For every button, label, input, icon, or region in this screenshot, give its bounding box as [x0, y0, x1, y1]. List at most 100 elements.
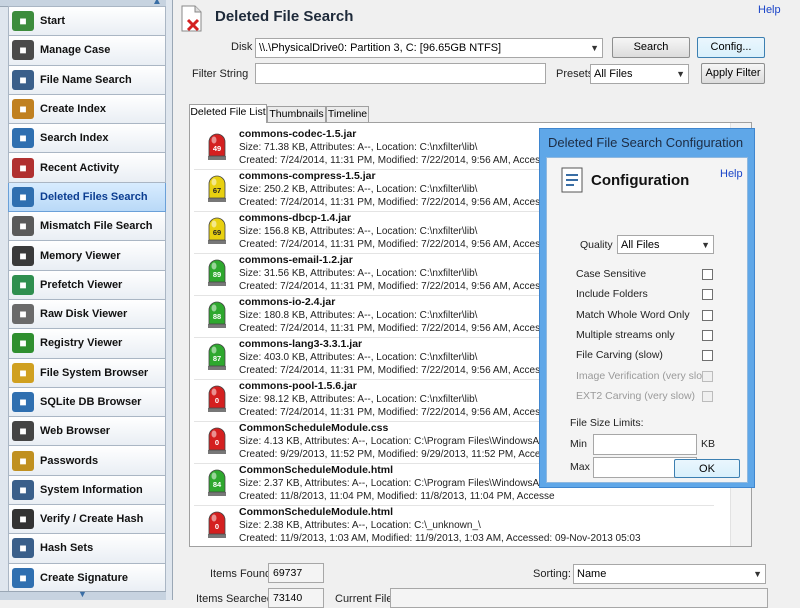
chevron-down-icon: ▼	[701, 240, 710, 250]
sidebar-item-label: Registry Viewer	[40, 337, 123, 350]
file-info: Size: 156.8 KB, Attributes: A--, Locatio…	[239, 226, 478, 237]
items-searched-value: 73140	[268, 588, 324, 608]
sidebar-item-prefetch-viewer[interactable]: ■ Prefetch Viewer	[8, 270, 166, 300]
sidebar-item-label: Passwords	[40, 454, 99, 467]
min-label: Min	[570, 438, 587, 450]
score-value: 88	[213, 312, 221, 321]
sidebar-item-start[interactable]: ■ Start	[8, 6, 166, 37]
tab-deleted-file-list[interactable]: Deleted File List	[189, 104, 267, 123]
sidebar-item-create-signature[interactable]: ■ Create Signature	[8, 563, 166, 593]
sidebar-item-system-information[interactable]: ■ System Information	[8, 475, 166, 506]
disk-select[interactable]: \\.\PhysicalDrive0: Partition 3, C: [96.…	[255, 38, 603, 58]
sidebar-item-file-system-browser[interactable]: ■ File System Browser	[8, 358, 166, 388]
score-light-icon: 0	[208, 511, 226, 538]
file-name: CommonScheduleModule.html	[239, 506, 394, 518]
key-icon: ■	[12, 450, 34, 471]
config-button[interactable]: Config...	[697, 37, 765, 58]
sidebar-item-label: Verify / Create Hash	[40, 513, 144, 526]
file-dates: Created: 7/24/2014, 11:31 PM, Modified: …	[239, 197, 560, 208]
sidebar-item-label: Raw Disk Viewer	[40, 308, 128, 321]
min-size-input[interactable]	[593, 434, 697, 455]
score-light-icon: 87	[208, 343, 226, 370]
file-info: Size: 250.2 KB, Attributes: A--, Locatio…	[239, 184, 478, 195]
sidebar-item-memory-viewer[interactable]: ■ Memory Viewer	[8, 241, 166, 271]
start-icon: ■	[12, 11, 34, 32]
items-found-label: Items Found:	[210, 568, 275, 580]
score-light-icon: 84	[208, 469, 226, 496]
checkbox-include-folders[interactable]	[702, 289, 713, 301]
score-value: 69	[213, 228, 221, 237]
filter-string-input[interactable]	[255, 63, 546, 84]
checkbox-match-whole-word-only[interactable]	[702, 309, 713, 321]
sidebar-item-search-index[interactable]: ■ Search Index	[8, 124, 166, 154]
score-value: 67	[213, 186, 221, 195]
recent-activity-icon: ■	[12, 157, 34, 178]
sorting-select[interactable]: Name ▼	[573, 564, 766, 584]
presets-select[interactable]: All Files ▼	[590, 64, 689, 84]
file-dates: Created: 7/24/2014, 11:31 PM, Modified: …	[239, 155, 560, 166]
score-light-icon: 0	[208, 427, 226, 454]
config-dialog-title: Deleted File Search Configuration	[548, 135, 744, 150]
table-row[interactable]: 0 CommonScheduleModule.html Size: 2.38 KB,…	[194, 505, 714, 546]
file-name: commons-io-2.4.jar	[239, 296, 336, 308]
config-help-link[interactable]: Help	[720, 168, 743, 180]
tab-timeline[interactable]: Timeline	[326, 106, 369, 122]
sidebar-item-manage-case[interactable]: ■ Manage Case	[8, 36, 166, 66]
folder-icon: ■	[12, 362, 34, 383]
sidebar-item-deleted-files-search[interactable]: ■ Deleted Files Search	[8, 182, 166, 213]
sidebar-scroll-down[interactable]: ▼	[0, 589, 166, 600]
file-dates: Created: 7/24/2014, 11:31 PM, Modified: …	[239, 281, 560, 292]
file-info: Size: 98.12 KB, Attributes: A--, Locatio…	[239, 394, 478, 405]
tab-thumbnails[interactable]: Thumbnails	[267, 106, 326, 122]
config-dialog: Deleted File Search Configuration Config…	[539, 128, 755, 488]
file-dates: Created: 7/24/2014, 11:31 PM, Modified: …	[239, 323, 560, 334]
quality-select[interactable]: All Files ▼	[617, 235, 714, 254]
file-dates: Created: 11/8/2013, 11:04 PM, Modified: …	[239, 491, 555, 502]
sidebar-item-mismatch-file-search[interactable]: ■ Mismatch File Search	[8, 212, 166, 242]
chevron-down-icon: ▼	[78, 589, 87, 599]
chevron-down-icon: ▼	[590, 43, 599, 53]
sidebar-item-registry-viewer[interactable]: ■ Registry Viewer	[8, 329, 166, 359]
sidebar-item-create-index[interactable]: ■ Create Index	[8, 94, 166, 125]
sidebar-item-hash-sets[interactable]: ■ Hash Sets	[8, 534, 166, 564]
min-unit-label: KB	[701, 438, 716, 450]
disk-value: \\.\PhysicalDrive0: Partition 3, C: [96.…	[259, 42, 502, 54]
help-link[interactable]: Help	[758, 4, 781, 16]
apply-filter-button[interactable]: Apply Filter	[701, 63, 765, 84]
sidebar-item-file-name-search[interactable]: ■ File Name Search	[8, 65, 166, 95]
sidebar-item-label: Deleted Files Search	[40, 190, 148, 203]
sidebar-item-label: Recent Activity	[40, 161, 120, 174]
sidebar-item-verify-create-hash[interactable]: ■ Verify / Create Hash	[8, 505, 166, 535]
ok-button[interactable]: OK	[674, 459, 740, 478]
sidebar-item-web-browser[interactable]: ■ Web Browser	[8, 417, 166, 447]
hash-sets-icon: ■	[12, 538, 34, 559]
score-value: 89	[213, 270, 221, 279]
checkbox-case-sensitive[interactable]	[702, 269, 713, 280]
sorting-value: Name	[577, 568, 607, 580]
checkbox-multiple-streams-only[interactable]	[702, 329, 713, 341]
file-name: commons-email-1.2.jar	[239, 254, 353, 266]
search-button[interactable]: Search	[612, 37, 690, 58]
file-dates: Created: 9/29/2013, 11:52 PM, Modified: …	[239, 449, 557, 460]
quality-label: Quality	[580, 239, 613, 251]
score-value: 0	[215, 522, 219, 531]
memory-icon: ■	[12, 245, 34, 266]
max-label: Max	[570, 461, 590, 473]
score-light-icon: 49	[208, 133, 226, 160]
sidebar-item-sqlite-db-browser[interactable]: ■ SQLite DB Browser	[8, 387, 166, 418]
file-dates: Created: 7/24/2014, 11:31 PM, Modified: …	[239, 239, 560, 250]
sidebar-item-label: Manage Case	[40, 44, 111, 57]
prefetch-icon: ■	[12, 274, 34, 295]
checkbox-file-carving-slow[interactable]	[702, 350, 713, 362]
file-name: commons-lang3-3.3.1.jar	[239, 338, 363, 350]
sidebar-item-label: Create Index	[40, 103, 107, 116]
sidebar-item-raw-disk-viewer[interactable]: ■ Raw Disk Viewer	[8, 299, 166, 330]
sidebar-item-recent-activity[interactable]: ■ Recent Activity	[8, 153, 166, 183]
file-info: Size: 2.38 KB, Attributes: A--, Location…	[239, 520, 481, 531]
sidebar-item-passwords[interactable]: ■ Passwords	[8, 446, 166, 476]
score-value: 0	[215, 396, 219, 405]
file-info: Size: 180.8 KB, Attributes: A--, Locatio…	[239, 310, 478, 321]
score-light-icon: 89	[208, 259, 226, 286]
score-value: 0	[215, 438, 219, 447]
checkbox-ext2-carving-very-slow	[702, 390, 713, 402]
